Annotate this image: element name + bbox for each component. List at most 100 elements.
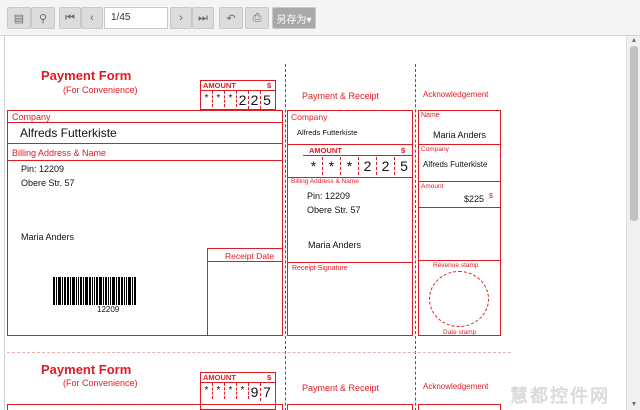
- receipt-amount-digit: 5: [400, 158, 408, 174]
- viewer-toolbar: ▤ ⚲ ⏮ ‹ 1/45 › ⏭ ↶ ⎙ 另存为▾: [0, 0, 640, 36]
- barcode-bar: [80, 277, 82, 305]
- amount-digit: *: [237, 383, 249, 399]
- ack-name-label: Name: [421, 112, 440, 119]
- company-label: Company: [12, 112, 51, 122]
- receipt-billing-label: Billing Address & Name: [291, 178, 359, 185]
- amount-digit: 2: [249, 91, 261, 109]
- watermark-logo: 慧都控件网: [510, 386, 610, 406]
- page-number-input[interactable]: 1/45: [104, 7, 168, 29]
- ack-company-label: Company: [421, 146, 449, 153]
- receipt-company-value: Alfreds Futterkiste: [297, 128, 358, 137]
- search-icon: ⚲: [38, 12, 48, 25]
- form-subtitle: (For Convenience): [63, 85, 138, 95]
- barcode-bar: [112, 277, 115, 305]
- receipt-amount-digit: *: [323, 157, 341, 175]
- receipt-amount-digits: * * * 2 2 5: [305, 157, 413, 175]
- ack-currency-label: $: [489, 193, 493, 200]
- vertical-scrollbar[interactable]: ▲ ▼: [626, 36, 640, 410]
- last-page-button[interactable]: ⏭: [192, 7, 214, 29]
- scroll-down-icon[interactable]: ▼: [630, 401, 638, 409]
- chevron-right-icon: ›: [179, 12, 183, 24]
- page-number-value: 1/45: [111, 12, 131, 23]
- barcode-bar: [67, 277, 69, 305]
- payment-form-box: [7, 404, 283, 410]
- barcode-bar: [64, 277, 66, 305]
- barcode: [53, 277, 137, 305]
- previous-page-button[interactable]: ‹: [81, 7, 103, 29]
- barcode-bar: [83, 277, 84, 305]
- amount-digit: 5: [263, 92, 271, 108]
- last-page-icon: ⏭: [198, 11, 208, 24]
- print-button[interactable]: ⎙: [245, 7, 269, 29]
- amount-digits: * * * * 9 7: [201, 383, 273, 401]
- billing-label: Billing Address & Name: [12, 148, 107, 158]
- amount-digit: *: [225, 91, 237, 107]
- barcode-bar: [96, 277, 98, 305]
- back-arrow-icon: ↶: [226, 12, 236, 25]
- acknowledgement-title: Acknowledgement: [423, 90, 489, 99]
- barcode-value: 12209: [97, 305, 120, 314]
- receipt-date-label: Receipt Date: [225, 251, 275, 261]
- barcode-bar: [103, 277, 104, 305]
- barcode-bar: [76, 277, 77, 305]
- barcode-bar: [70, 277, 71, 305]
- ack-company-value: Alfreds Futterkiste: [423, 160, 488, 169]
- receipt-amount-digit: *: [305, 157, 323, 175]
- amount-label: AMOUNT: [203, 81, 236, 90]
- barcode-bar: [92, 277, 93, 305]
- sidebar-toggle-icon: ▤: [13, 12, 25, 25]
- amount-label: AMOUNT: [203, 373, 236, 382]
- form-subtitle: (For Convenience): [63, 378, 138, 388]
- amount-digit: 7: [263, 384, 271, 400]
- street-text: Obere Str. 57: [21, 178, 75, 188]
- receipt-street-text: Obere Str. 57: [307, 205, 361, 215]
- receipt-amount-digit: *: [341, 157, 359, 175]
- acknowledgement-box: [418, 404, 501, 410]
- barcode-bar: [99, 277, 102, 305]
- currency-label: $: [267, 373, 272, 382]
- receipt-title: Payment & Receipt: [302, 91, 380, 101]
- amount-digit: *: [225, 383, 237, 399]
- company-value: Alfreds Futterkiste: [20, 126, 117, 140]
- document-map-button[interactable]: ▤: [7, 7, 31, 29]
- amount-digit: 2: [237, 91, 249, 109]
- barcode-bar: [85, 277, 88, 305]
- receipt-name-text: Maria Anders: [308, 240, 362, 250]
- barcode-bar: [56, 277, 57, 305]
- ack-name-value: Maria Anders: [433, 130, 487, 140]
- chevron-left-icon: ‹: [90, 12, 94, 24]
- barcode-bar: [62, 277, 63, 305]
- currency-label: $: [267, 81, 272, 90]
- search-button[interactable]: ⚲: [31, 7, 55, 29]
- revenue-stamp-circle: [429, 271, 489, 327]
- receipt-title: Payment & Receipt: [302, 383, 380, 393]
- report-viewport[interactable]: Payment Form (For Convenience) AMOUNT $ …: [4, 36, 626, 410]
- printer-icon: ⎙: [252, 11, 262, 24]
- receipt-amount-digit: 2: [377, 157, 395, 175]
- barcode-bar: [132, 277, 133, 305]
- barcode-bar: [116, 277, 117, 305]
- barcode-bar: [128, 277, 131, 305]
- receipt-company-label: Company: [291, 112, 328, 122]
- receipt-amount-digit: 2: [359, 157, 377, 175]
- barcode-bar: [108, 277, 109, 305]
- barcode-bar: [58, 277, 61, 305]
- amount-digit: *: [213, 91, 225, 107]
- receipt-pin-text: Pin: 12209: [307, 191, 351, 201]
- ack-amount-label: Amount: [421, 183, 444, 190]
- first-page-button[interactable]: ⏮: [59, 7, 81, 29]
- barcode-bar: [105, 277, 107, 305]
- barcode-bar: [126, 277, 127, 305]
- scrollbar-thumb[interactable]: [630, 46, 638, 221]
- scroll-up-icon[interactable]: ▲: [630, 37, 638, 45]
- barcode-bar: [121, 277, 123, 305]
- save-as-button[interactable]: 另存为▾: [272, 7, 316, 29]
- next-page-button[interactable]: ›: [170, 7, 192, 29]
- amount-digit: *: [201, 91, 213, 107]
- back-button[interactable]: ↶: [219, 7, 243, 29]
- barcode-bar: [53, 277, 55, 305]
- amount-digit: *: [213, 383, 225, 399]
- barcode-bar: [89, 277, 91, 305]
- amount-digit: *: [201, 383, 213, 399]
- revenue-stamp-label: Revenue stamp: [433, 262, 479, 269]
